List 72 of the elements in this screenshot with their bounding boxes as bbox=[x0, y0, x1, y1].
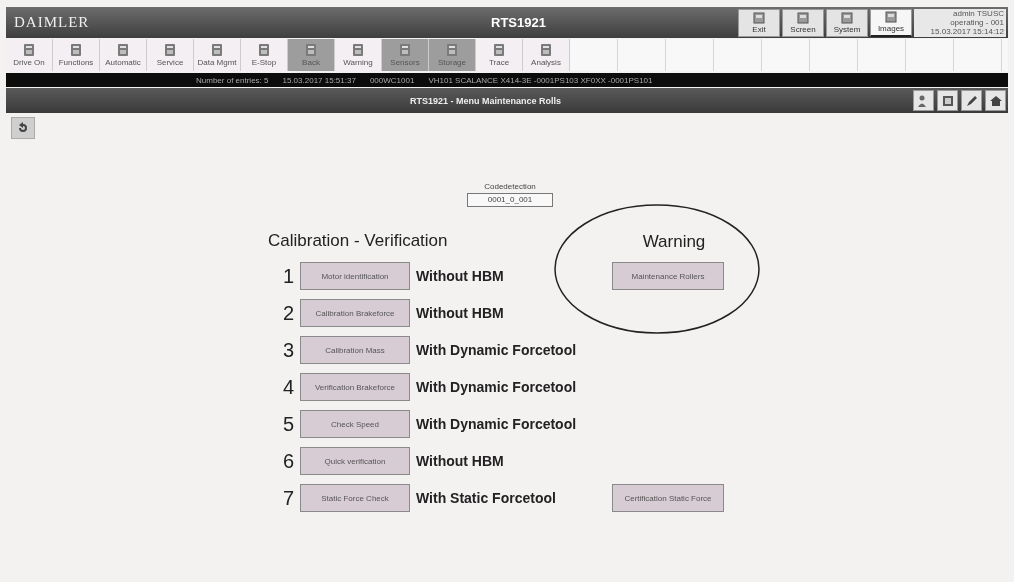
menu-button[interactable]: Check Speed bbox=[300, 410, 410, 438]
code-detection-field: 0001_0_001 bbox=[467, 193, 553, 207]
section-heading: Calibration - Verification bbox=[267, 231, 449, 251]
step-number: 3 bbox=[282, 338, 294, 362]
step-number: 6 bbox=[282, 449, 294, 473]
toolbar-button[interactable]: Warning bbox=[335, 39, 382, 71]
status-text: 000WC1001 bbox=[369, 75, 415, 85]
header-button[interactable]: System bbox=[826, 8, 868, 37]
step-number: 4 bbox=[282, 375, 294, 399]
tool-icon bbox=[257, 43, 271, 57]
window-icon bbox=[753, 11, 765, 24]
status-text: VH101 SCALANCE X414-3E -0001PS103 XF0XX -0001PS101 bbox=[428, 75, 653, 85]
tool-icon bbox=[304, 43, 318, 57]
step-number: 5 bbox=[282, 412, 294, 436]
window-icon bbox=[885, 11, 897, 23]
tool-description: With Static Forcetool bbox=[416, 490, 557, 506]
home-icon[interactable] bbox=[985, 90, 1006, 111]
toolbar-button[interactable]: E-Stop bbox=[241, 39, 288, 71]
menu-button[interactable]: Verification Brakeforce bbox=[300, 373, 410, 401]
user-info-line: admin TSUSC bbox=[953, 9, 1004, 18]
toolbar-button[interactable]: Service bbox=[147, 39, 194, 71]
header-button[interactable]: Screen bbox=[782, 8, 824, 37]
tool-icon bbox=[116, 43, 130, 57]
menu-button[interactable]: Certification Static Force bbox=[612, 484, 724, 512]
print-icon[interactable] bbox=[937, 90, 958, 111]
tool-icon bbox=[539, 43, 553, 57]
login-icon[interactable] bbox=[913, 90, 934, 111]
code-detection-label: Codedetection bbox=[484, 182, 536, 191]
toolbar-button[interactable]: Data Mgmt bbox=[194, 39, 241, 71]
header-button[interactable]: Exit bbox=[738, 8, 780, 37]
user-info-line: 15.03.2017 15:14:12 bbox=[930, 27, 1004, 36]
back-button[interactable] bbox=[11, 117, 35, 139]
menu-button[interactable]: Calibration Brakeforce bbox=[300, 299, 410, 327]
tool-icon bbox=[445, 43, 459, 57]
warning-heading: Warning bbox=[641, 232, 706, 252]
undo-icon bbox=[16, 121, 30, 135]
step-number: 2 bbox=[282, 301, 294, 325]
tool-description: With Dynamic Forcetool bbox=[416, 342, 578, 358]
menu-button[interactable]: Motor identification bbox=[300, 262, 410, 290]
tool-icon bbox=[22, 43, 36, 57]
tool-icon bbox=[492, 43, 506, 57]
toolbar-button[interactable]: Automatic bbox=[100, 39, 147, 71]
toolbar-button[interactable]: Drive On bbox=[6, 39, 53, 71]
tool-description: Without HBM bbox=[416, 305, 505, 321]
pen-icon[interactable] bbox=[961, 90, 982, 111]
status-text: 15.03.2017 15:51:37 bbox=[282, 75, 356, 85]
app-title: RTS1921 bbox=[491, 15, 546, 30]
menu-button[interactable]: Calibration Mass bbox=[300, 336, 410, 364]
status-text: Number of entries: 5 bbox=[196, 75, 269, 85]
toolbar-button[interactable]: Analysis bbox=[523, 39, 570, 71]
logo: DAIMLER bbox=[13, 14, 90, 31]
window-icon bbox=[797, 11, 809, 24]
tool-icon bbox=[351, 43, 365, 57]
user-info-line: operating - 001 bbox=[950, 18, 1004, 27]
tool-description: Without HBM bbox=[416, 453, 505, 469]
tool-icon bbox=[163, 43, 177, 57]
tool-icon bbox=[210, 43, 224, 57]
menu-button[interactable]: Quick verification bbox=[300, 447, 410, 475]
tool-description: With Dynamic Forcetool bbox=[416, 416, 578, 432]
menu-button[interactable]: Maintenance Rollers bbox=[612, 262, 724, 290]
step-number: 1 bbox=[282, 264, 294, 288]
toolbar-button[interactable]: Trace bbox=[476, 39, 523, 71]
tool-description: With Dynamic Forcetool bbox=[416, 379, 578, 395]
tool-icon bbox=[69, 43, 83, 57]
toolbar-button[interactable]: Functions bbox=[53, 39, 100, 71]
page-title: RTS1921 - Menu Maintenance Rolls bbox=[410, 95, 562, 106]
step-number: 7 bbox=[282, 486, 294, 510]
tool-description: Without HBM bbox=[416, 268, 505, 284]
tool-icon bbox=[398, 43, 412, 57]
window-icon bbox=[841, 11, 853, 24]
header-button[interactable]: Images bbox=[870, 8, 912, 37]
menu-button[interactable]: Static Force Check bbox=[300, 484, 410, 512]
